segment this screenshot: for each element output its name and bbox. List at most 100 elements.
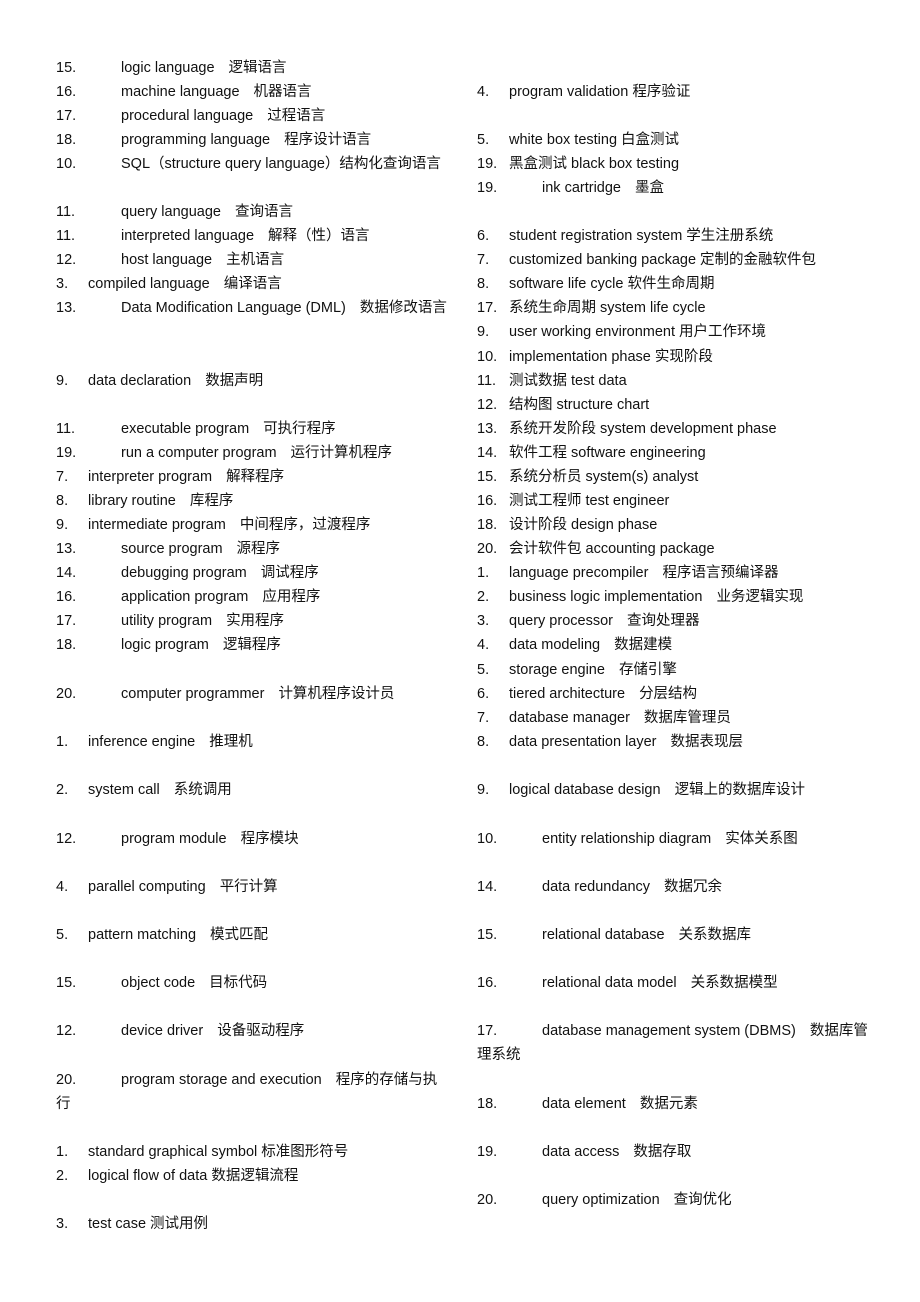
entry-term: query language	[121, 204, 221, 220]
entry-term: white box testing 白盒测试	[509, 132, 680, 148]
entry-translation: 系统调用	[173, 782, 232, 798]
entry-translation: 关系数据库	[678, 927, 752, 943]
entry-term: program module	[121, 831, 227, 847]
entry-translation: 过程语言	[267, 108, 326, 124]
entry-term: 结构图 structure chart	[509, 397, 650, 413]
glossary-entry: 1. standard graphical symbol 标准图形符号	[56, 1140, 451, 1164]
glossary-entry: 2. business logic implementation 业务逻辑实现	[477, 585, 877, 609]
glossary-entry: 12. program module 程序模块	[56, 827, 451, 851]
entry-term: inference engine	[88, 734, 196, 750]
entry-translation: 数据冗余	[664, 879, 723, 895]
glossary-entry: 12. host language 主机语言	[56, 248, 451, 272]
entry-number: 6.	[477, 228, 490, 244]
entry-translation: 调试程序	[260, 565, 319, 581]
entry-term: procedural language	[121, 108, 254, 124]
entry-translation: 数据修改语言	[359, 300, 447, 316]
entry-translation: 数据表现层	[670, 734, 744, 750]
entry-number: 13.	[56, 300, 77, 316]
entry-term: debugging program	[121, 565, 247, 581]
entry-number: 7.	[56, 469, 69, 485]
entry-term: computer programmer	[121, 686, 265, 702]
entry-term: pattern matching	[88, 927, 197, 943]
entry-term: data redundancy	[542, 879, 651, 895]
entry-number: 11.	[56, 421, 76, 437]
entry-term: run a computer program	[121, 445, 277, 461]
glossary-entry: 1. inference engine 推理机	[56, 730, 451, 754]
entry-number: 18.	[56, 132, 77, 148]
entry-term: relational data model	[542, 975, 677, 991]
entry-translation: 机器语言	[253, 84, 312, 100]
entry-translation: 分层结构	[639, 686, 698, 702]
glossary-entry: 15. 系统分析员 system(s) analyst	[477, 465, 877, 489]
entry-translation: 数据库管理员	[643, 710, 731, 726]
entry-term: program validation 程序验证	[509, 84, 691, 100]
entry-term: software life cycle 软件生命周期	[509, 276, 715, 292]
entry-number: 17.	[477, 300, 498, 316]
entry-number: 9.	[477, 324, 490, 340]
entry-number: 18.	[56, 637, 77, 653]
entry-number: 12.	[56, 831, 77, 847]
entry-number: 10.	[477, 831, 498, 847]
glossary-entry: 13. 系统开发阶段 system development phase	[477, 417, 877, 441]
glossary-entry: 13. source program 源程序	[56, 537, 451, 561]
entry-number: 19.	[477, 156, 498, 172]
entry-number: 3.	[56, 276, 69, 292]
entry-translation: 源程序	[236, 541, 281, 557]
entry-term: data access	[542, 1144, 620, 1160]
entry-number: 7.	[477, 710, 490, 726]
entry-translation: 应用程序	[262, 589, 321, 605]
entry-term: utility program	[121, 613, 213, 629]
glossary-entry: 20. computer programmer 计算机程序设计员	[56, 682, 451, 706]
entry-number: 16.	[477, 493, 498, 509]
glossary-entry: 5. pattern matching 模式匹配	[56, 923, 451, 947]
entry-translation: 中间程序，过渡程序	[239, 517, 371, 533]
entry-translation: 程序设计语言	[284, 132, 372, 148]
entry-translation: 逻辑语言	[228, 60, 287, 76]
entry-number: 5.	[477, 662, 490, 678]
glossary-entry: 4. data modeling 数据建模	[477, 633, 877, 657]
entry-translation: 推理机	[209, 734, 253, 750]
glossary-entry: 2. system call 系统调用	[56, 778, 451, 802]
entry-term: query processor	[509, 613, 613, 629]
glossary-entry: 11. interpreted language 解释（性）语言	[56, 224, 451, 248]
entry-term: 测试数据 test data	[509, 373, 627, 389]
entry-term: program storage and execution	[121, 1072, 322, 1088]
entry-number: 15.	[56, 975, 77, 991]
glossary-entry: 3. compiled language 编译语言	[56, 272, 451, 296]
entry-number: 1.	[477, 565, 490, 581]
glossary-entry: 15. logic language 逻辑语言	[56, 56, 451, 80]
entry-term: host language	[121, 252, 213, 268]
entry-translation: 查询语言	[234, 204, 293, 220]
entry-number: 13.	[477, 421, 498, 437]
entry-translation: 实用程序	[226, 613, 285, 629]
entry-number: 15.	[477, 469, 498, 485]
entry-number: 14.	[477, 445, 498, 461]
glossary-entry: 10. SQL（structure query language）结构化查询语言	[56, 152, 451, 176]
entry-translation: 程序模块	[240, 831, 299, 847]
entry-number: 19.	[477, 1144, 498, 1160]
glossary-entry: 8. software life cycle 软件生命周期	[477, 272, 877, 296]
entry-translation: 数据存取	[633, 1144, 692, 1160]
entry-term: entity relationship diagram	[542, 831, 712, 847]
entry-term: 黑盒测试 black box testing	[509, 156, 680, 172]
glossary-entry: 15. object code 目标代码	[56, 971, 451, 995]
glossary-entry: 3. test case 测试用例	[56, 1212, 451, 1236]
glossary-entry: 11. 测试数据 test data	[477, 369, 877, 393]
entry-number: 20.	[477, 541, 498, 557]
entry-translation: 实体关系图	[725, 831, 798, 847]
entry-term: parallel computing	[88, 879, 206, 895]
glossary-entry: 17. database management system (DBMS) 数据库管…	[477, 1019, 877, 1067]
entry-term: tiered architecture	[509, 686, 626, 702]
entry-term: interpreter program	[88, 469, 213, 485]
glossary-entry: 7. interpreter program 解释程序	[56, 465, 451, 489]
glossary-entry: 10. entity relationship diagram 实体关系图	[477, 827, 877, 851]
entry-number: 16.	[477, 975, 498, 991]
entry-term: data declaration	[88, 373, 192, 389]
glossary-entry: 19. data access 数据存取	[477, 1140, 877, 1164]
entry-term: database manager	[509, 710, 630, 726]
entry-term: compiled language	[88, 276, 210, 292]
entry-translation: 设备驱动程序	[217, 1023, 305, 1039]
entry-term: interpreted language	[121, 228, 255, 244]
glossary-entry: 7. database manager 数据库管理员	[477, 706, 877, 730]
entry-term: user working environment 用户工作环境	[509, 324, 767, 340]
